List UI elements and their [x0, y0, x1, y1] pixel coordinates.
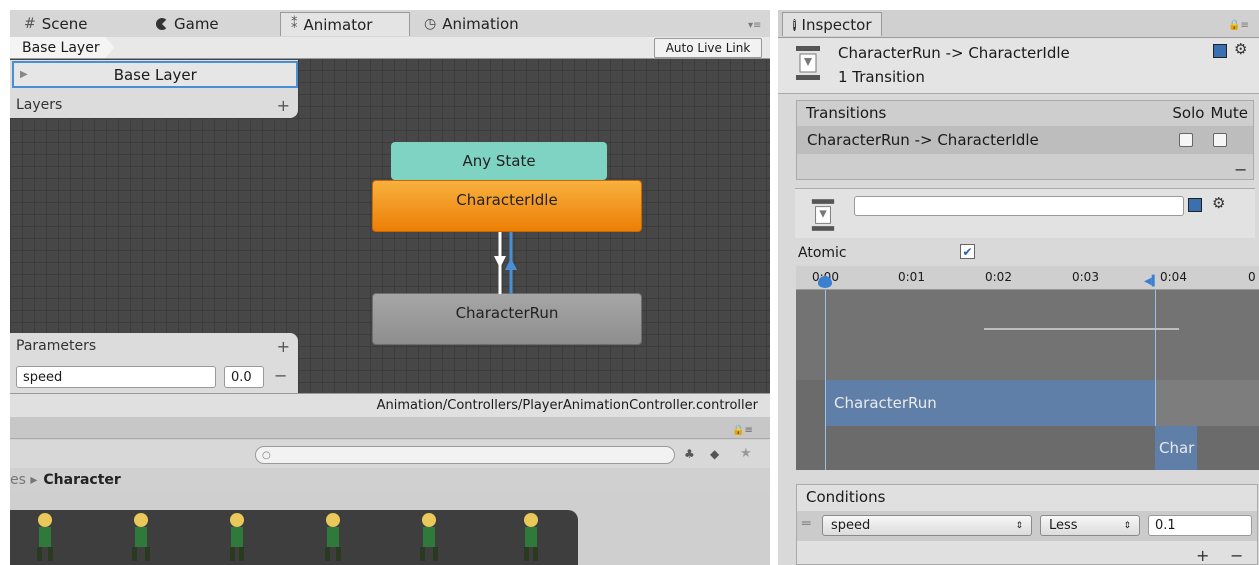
- layer-item-base[interactable]: ▶ Base Layer: [12, 61, 298, 88]
- layers-header: Layers +: [16, 95, 290, 115]
- sprite-thumbnail-6[interactable]: [516, 510, 546, 565]
- updown-arrow-icon: ⇕: [1015, 520, 1023, 531]
- timeline-tick-4: 0:04: [1160, 270, 1187, 284]
- play-triangle-icon: ▶: [20, 69, 28, 80]
- animator-status-bar: Animation/Controllers/PlayerAnimationCon…: [10, 393, 770, 417]
- favorite-star-icon[interactable]: ★: [740, 446, 752, 461]
- tab-animator[interactable]: ⁑ Animator: [280, 12, 410, 36]
- sprite-thumbnail-4[interactable]: [318, 510, 348, 565]
- asset-grid: [10, 510, 578, 565]
- timeline-end-line: [1155, 290, 1156, 426]
- transition-icon: [796, 46, 820, 80]
- condition-value-field[interactable]: 0.1: [1148, 515, 1252, 536]
- state-any-state[interactable]: Any State: [391, 142, 607, 180]
- arrow-down-icon: [494, 256, 506, 268]
- parameters-header: Parameters +: [16, 336, 290, 356]
- project-toolbar: [10, 417, 770, 439]
- transitions-header: Transitions Solo Mute: [806, 104, 1248, 122]
- tab-game[interactable]: Game: [146, 12, 229, 36]
- timeline-track-top: [796, 290, 1259, 380]
- state-character-run[interactable]: CharacterRun: [372, 293, 642, 345]
- filter-by-type-icon[interactable]: ♣: [684, 447, 695, 461]
- condition-drag-handle[interactable]: ═: [802, 516, 810, 532]
- add-parameter-button[interactable]: +: [277, 337, 290, 356]
- parameter-value-field[interactable]: 0.0: [224, 366, 264, 388]
- filter-by-label-icon[interactable]: ◆: [710, 447, 719, 461]
- state-character-idle[interactable]: CharacterIdle: [372, 180, 642, 232]
- timeline-tick-2: 0:02: [985, 270, 1012, 284]
- timeline-tick-5: 0: [1248, 270, 1256, 284]
- timeline-clip-run-fade: [1155, 380, 1259, 426]
- tab-inspector[interactable]: i Inspector: [782, 12, 882, 36]
- timeline-start-marker[interactable]: [818, 276, 832, 288]
- tab-scene[interactable]: # Scene: [14, 12, 97, 36]
- parameter-name-field[interactable]: speed: [16, 366, 216, 388]
- panel-menu-icon[interactable]: ▾≡: [748, 20, 761, 31]
- updown-arrow-icon: ⇕: [1123, 520, 1131, 531]
- transition-arrows[interactable]: [490, 232, 520, 294]
- timeline-start-line: [825, 290, 826, 470]
- help-book-icon[interactable]: [1213, 44, 1227, 58]
- timeline-tick-1: 0:01: [898, 270, 925, 284]
- settings-gear-icon[interactable]: ⚙: [1212, 194, 1225, 212]
- panel-divider[interactable]: [770, 10, 778, 565]
- tab-animation[interactable]: ◷ Animation: [414, 12, 529, 36]
- arrow-up-icon: [505, 258, 517, 270]
- auto-live-link-button[interactable]: Auto Live Link: [654, 38, 762, 58]
- sprite-thumbnail-3[interactable]: [222, 510, 252, 565]
- timeline-tick-3: 0:03: [1072, 270, 1099, 284]
- transition-row[interactable]: CharacterRun -> CharacterIdle: [797, 126, 1253, 154]
- transition-title: CharacterRun -> CharacterIdle: [838, 44, 1070, 62]
- project-breadcrumb: es ▸ Character: [10, 468, 770, 492]
- gear-icon[interactable]: ⚙: [1234, 40, 1247, 58]
- lock-icon[interactable]: 🔒≡: [732, 425, 753, 436]
- search-icon: ○: [262, 449, 271, 461]
- pacman-icon: [156, 18, 168, 30]
- breadcrumb-current[interactable]: Character: [43, 472, 120, 488]
- atomic-label: Atomic: [798, 245, 847, 261]
- sprite-thumbnail-1[interactable]: [30, 510, 60, 565]
- sprite-thumbnail-2[interactable]: [126, 510, 156, 565]
- condition-parameter-select[interactable]: speed ⇕: [822, 515, 1032, 536]
- conditions-header: Conditions: [806, 488, 886, 506]
- sprite-thumbnail-5[interactable]: [414, 510, 444, 565]
- project-search-input[interactable]: ○: [255, 446, 675, 464]
- info-icon: i: [793, 18, 796, 31]
- clock-icon: ◷: [424, 16, 437, 32]
- animator-icon: ⁑: [291, 17, 298, 32]
- condition-operator-select[interactable]: Less ⇕: [1040, 515, 1140, 536]
- transition-name-field[interactable]: [854, 196, 1184, 216]
- controller-path: Animation/Controllers/PlayerAnimationCon…: [376, 398, 758, 413]
- timeline-clip-idle[interactable]: Char: [1155, 426, 1197, 470]
- timeline-ruler: [796, 266, 1259, 290]
- mute-checkbox[interactable]: [1213, 133, 1227, 147]
- inspector-lock-icon[interactable]: 🔒≡: [1228, 20, 1249, 31]
- timeline-curve: [984, 328, 1179, 330]
- settings-help-icon[interactable]: [1188, 198, 1202, 212]
- timeline-end-marker[interactable]: ◀▍: [1144, 276, 1162, 288]
- transition-settings-icon: [811, 199, 835, 231]
- remove-condition-button[interactable]: −: [1230, 546, 1243, 565]
- grid-icon: #: [24, 16, 36, 32]
- atomic-checkbox[interactable]: ✔: [960, 244, 975, 259]
- remove-parameter-button[interactable]: −: [274, 366, 287, 385]
- breadcrumb[interactable]: Base Layer: [10, 37, 114, 58]
- transition-count: 1 Transition: [838, 68, 925, 86]
- timeline-clip-run[interactable]: CharacterRun: [826, 380, 1155, 426]
- solo-checkbox[interactable]: [1179, 133, 1193, 147]
- add-layer-button[interactable]: +: [277, 96, 290, 115]
- add-condition-button[interactable]: +: [1196, 546, 1209, 565]
- remove-transition-button[interactable]: −: [1234, 160, 1247, 179]
